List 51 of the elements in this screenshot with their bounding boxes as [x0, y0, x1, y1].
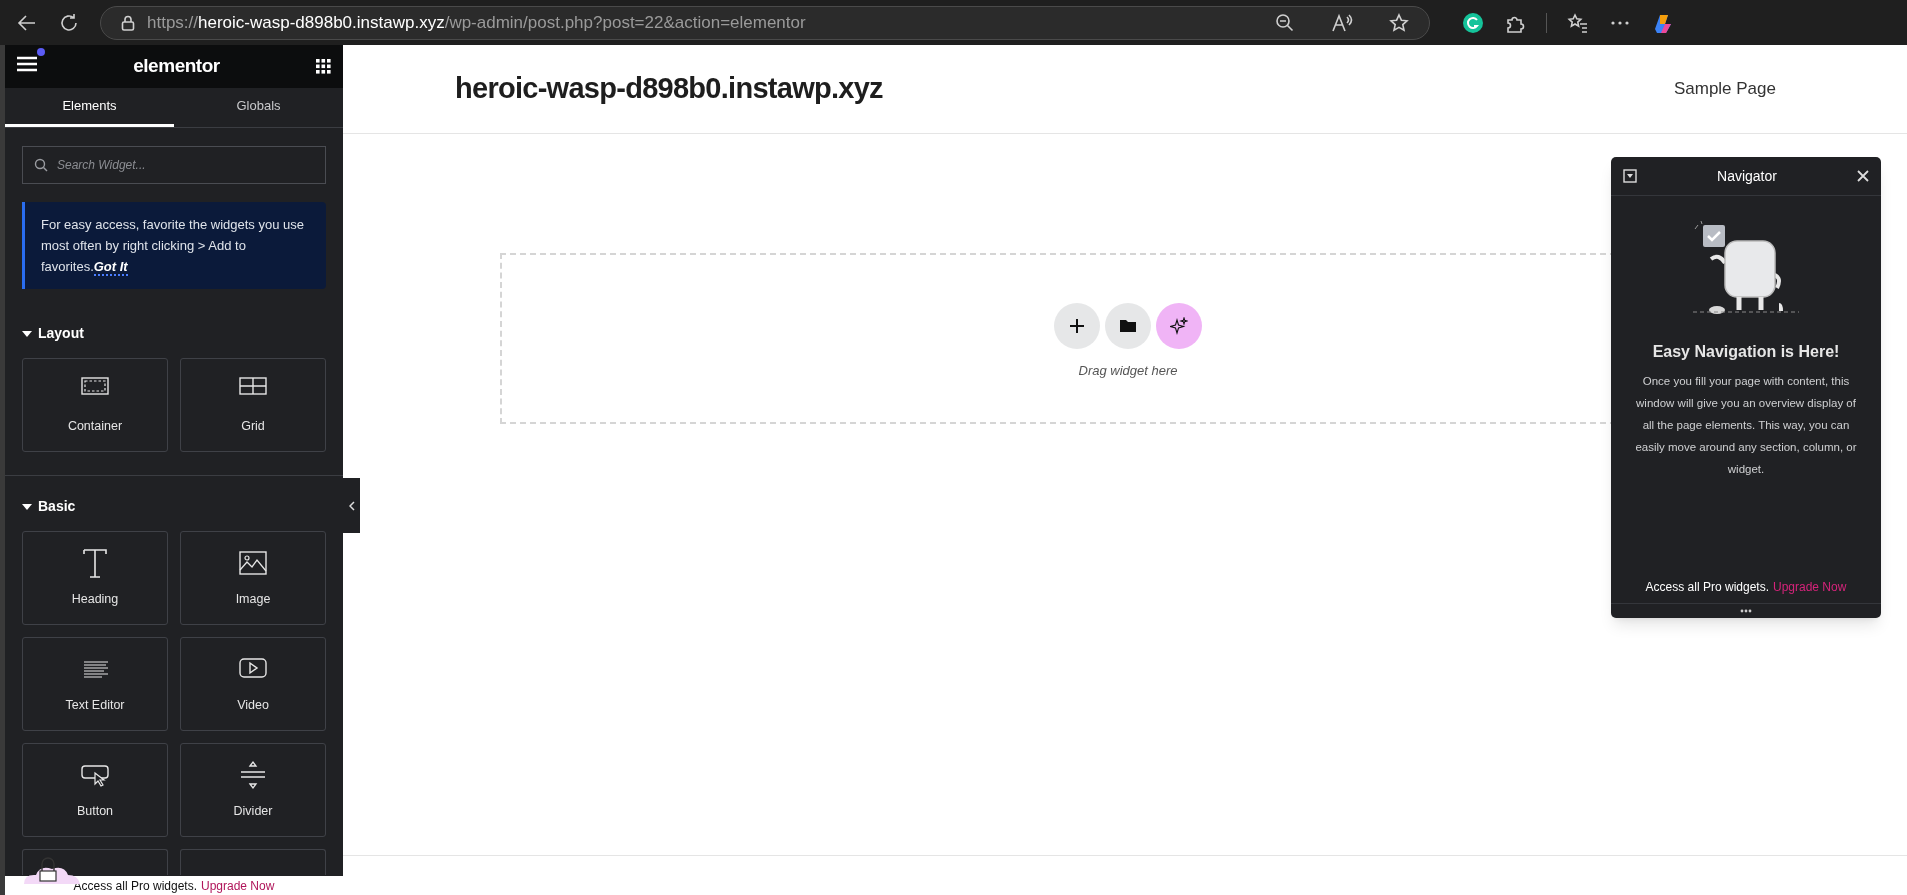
navigator-heading: Easy Navigation is Here! [1651, 342, 1841, 362]
read-aloud-icon[interactable] [1331, 12, 1353, 33]
refresh-icon[interactable] [58, 11, 80, 34]
zoom-out-icon[interactable] [1275, 12, 1295, 33]
resize-handle-icon[interactable] [1740, 609, 1752, 613]
favorites-icon[interactable] [1567, 11, 1589, 34]
widget-card[interactable]: Image [180, 531, 326, 625]
site-title[interactable]: heroic-wasp-d898b0.instawp.xyz [455, 67, 883, 111]
collapse-icon[interactable] [1623, 169, 1637, 183]
address-bar[interactable]: https://heroic-wasp-d898b0.instawp.xyz/wp-admin/post.php?post=22&action=elementor [100, 5, 1430, 40]
folder-icon [1120, 319, 1136, 333]
sparkles-icon [1170, 316, 1188, 335]
search-icon [34, 158, 48, 172]
widget-card[interactable]: Text Editor [22, 637, 168, 731]
search-field[interactable]: Search Widget... [22, 146, 326, 184]
drop-hint: Drag widget here [1078, 361, 1178, 380]
plus-icon [1070, 318, 1084, 333]
navigator-description: Once you fill your page with content, this window will give you an overview display of all the page elements. This way, you can easily move around any section, column, or widget. [1634, 374, 1858, 477]
widget-card[interactable]: Divider [180, 743, 326, 837]
notice-text: For easy access, favorite the widgets you use most often by right clicking > Add to favorites.Got It [41, 216, 305, 277]
upgrade-link[interactable]: Upgrade Now [201, 876, 275, 895]
got-it-link[interactable]: Got It [93, 259, 128, 276]
letter-t-icon [80, 547, 110, 578]
apps-grid-icon[interactable] [316, 59, 331, 74]
category-header[interactable]: Layout [22, 323, 84, 344]
nav-link[interactable]: Sample Page [1673, 76, 1776, 102]
url-text: https://heroic-wasp-d898b0.instawp.xyz/wp-admin/post.php?post=22&action=elementor [147, 11, 806, 34]
navigator-title: Navigator [1717, 166, 1777, 186]
close-icon[interactable] [1857, 170, 1869, 182]
template-library-button[interactable] [1105, 302, 1151, 349]
widget-card[interactable]: Heading [22, 531, 168, 625]
elementor-logo: elementor [133, 54, 220, 79]
lock-icon [121, 14, 135, 31]
collapse-panel-button[interactable] [343, 478, 360, 533]
category-header[interactable]: Basic [22, 496, 76, 517]
chevron-left-icon [348, 500, 355, 511]
widget-card[interactable]: Video [180, 637, 326, 731]
add-section-button[interactable] [1054, 302, 1100, 349]
divider-icon [238, 759, 268, 790]
menu-icon [17, 55, 37, 72]
promo-text: Access all Pro widgets. [73, 877, 197, 895]
ai-button[interactable] [1156, 302, 1202, 349]
panel-tab[interactable]: Elements [5, 88, 174, 127]
star-icon[interactable] [1389, 12, 1409, 33]
widget-card[interactable]: Container [22, 358, 168, 452]
widget-card[interactable]: Button [22, 743, 168, 837]
menu-button[interactable] [17, 55, 37, 72]
grammarly-icon[interactable] [1462, 11, 1484, 34]
promo-text: Access all Pro widgets. [1645, 579, 1769, 596]
widget-card[interactable]: Grid [180, 358, 326, 452]
panel-tab[interactable]: Globals [174, 88, 343, 127]
